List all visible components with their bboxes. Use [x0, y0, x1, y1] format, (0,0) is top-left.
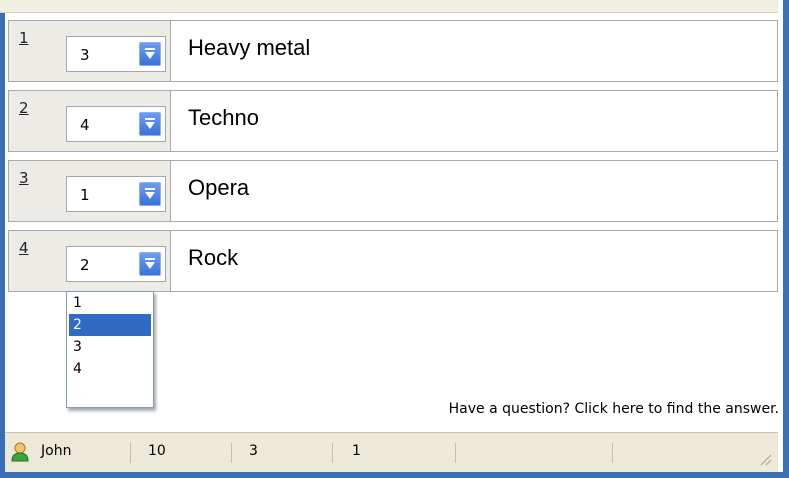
dropdown-option[interactable]: 1 — [69, 292, 151, 314]
dropdown-button[interactable] — [139, 182, 161, 206]
ranking-row-2: 2 4 Techno — [8, 90, 778, 152]
ranking-row-1: 1 3 Heavy metal — [8, 20, 778, 82]
row-number-link[interactable]: 3 — [19, 169, 29, 187]
row-header: 1 3 — [8, 20, 171, 82]
genre-cell: Heavy metal — [171, 20, 778, 82]
rank-select[interactable]: 1 — [66, 176, 166, 212]
help-link[interactable]: Have a question? Click here to find the … — [449, 401, 779, 417]
chevron-down-icon — [145, 188, 155, 199]
chevron-down-icon — [145, 118, 155, 129]
row-header: 3 1 — [8, 160, 171, 222]
status-separator — [130, 443, 131, 463]
rank-select[interactable]: 2 — [66, 246, 166, 282]
genre-label: Opera — [188, 175, 250, 200]
rank-value: 3 — [80, 46, 90, 64]
rank-value: 2 — [80, 256, 90, 274]
rank-dropdown-list: 1 2 3 4 — [66, 291, 154, 408]
top-strip — [0, 0, 778, 13]
dropdown-button[interactable] — [139, 112, 161, 136]
rank-select[interactable]: 3 — [66, 36, 166, 72]
status-separator — [332, 443, 333, 463]
status-user: John — [41, 443, 72, 459]
status-field-2: 3 — [249, 443, 258, 459]
row-header: 2 4 — [8, 90, 171, 152]
status-bar: John 10 3 1 — [5, 432, 778, 472]
rank-value: 1 — [80, 186, 90, 204]
chevron-down-icon — [145, 258, 155, 269]
row-number-link[interactable]: 2 — [19, 99, 29, 117]
dropdown-option-selected[interactable]: 2 — [69, 314, 151, 336]
status-field-3: 1 — [352, 443, 361, 459]
chevron-down-icon — [145, 48, 155, 59]
row-number-link[interactable]: 1 — [19, 29, 29, 47]
dropdown-button[interactable] — [139, 252, 161, 276]
genre-cell: Techno — [171, 90, 778, 152]
genre-label: Techno — [188, 105, 259, 130]
status-separator — [231, 443, 232, 463]
dropdown-button[interactable] — [139, 42, 161, 66]
genre-label: Heavy metal — [188, 35, 311, 60]
ranking-row-4: 4 2 Rock — [8, 230, 778, 292]
rank-value: 4 — [80, 116, 90, 134]
ranking-row-3: 3 1 Opera — [8, 160, 778, 222]
status-separator — [612, 443, 613, 463]
genre-cell: Opera — [171, 160, 778, 222]
rank-select[interactable]: 4 — [66, 106, 166, 142]
status-separator — [455, 443, 456, 463]
dropdown-option[interactable]: 3 — [69, 336, 151, 358]
dropdown-option[interactable]: 4 — [69, 358, 151, 380]
resize-grip-icon[interactable] — [756, 450, 772, 466]
user-icon — [11, 442, 29, 462]
status-field-1: 10 — [148, 443, 166, 459]
genre-cell: Rock — [171, 230, 778, 292]
row-header: 4 2 — [8, 230, 171, 292]
row-number-link[interactable]: 4 — [19, 239, 29, 257]
genre-label: Rock — [188, 245, 239, 270]
